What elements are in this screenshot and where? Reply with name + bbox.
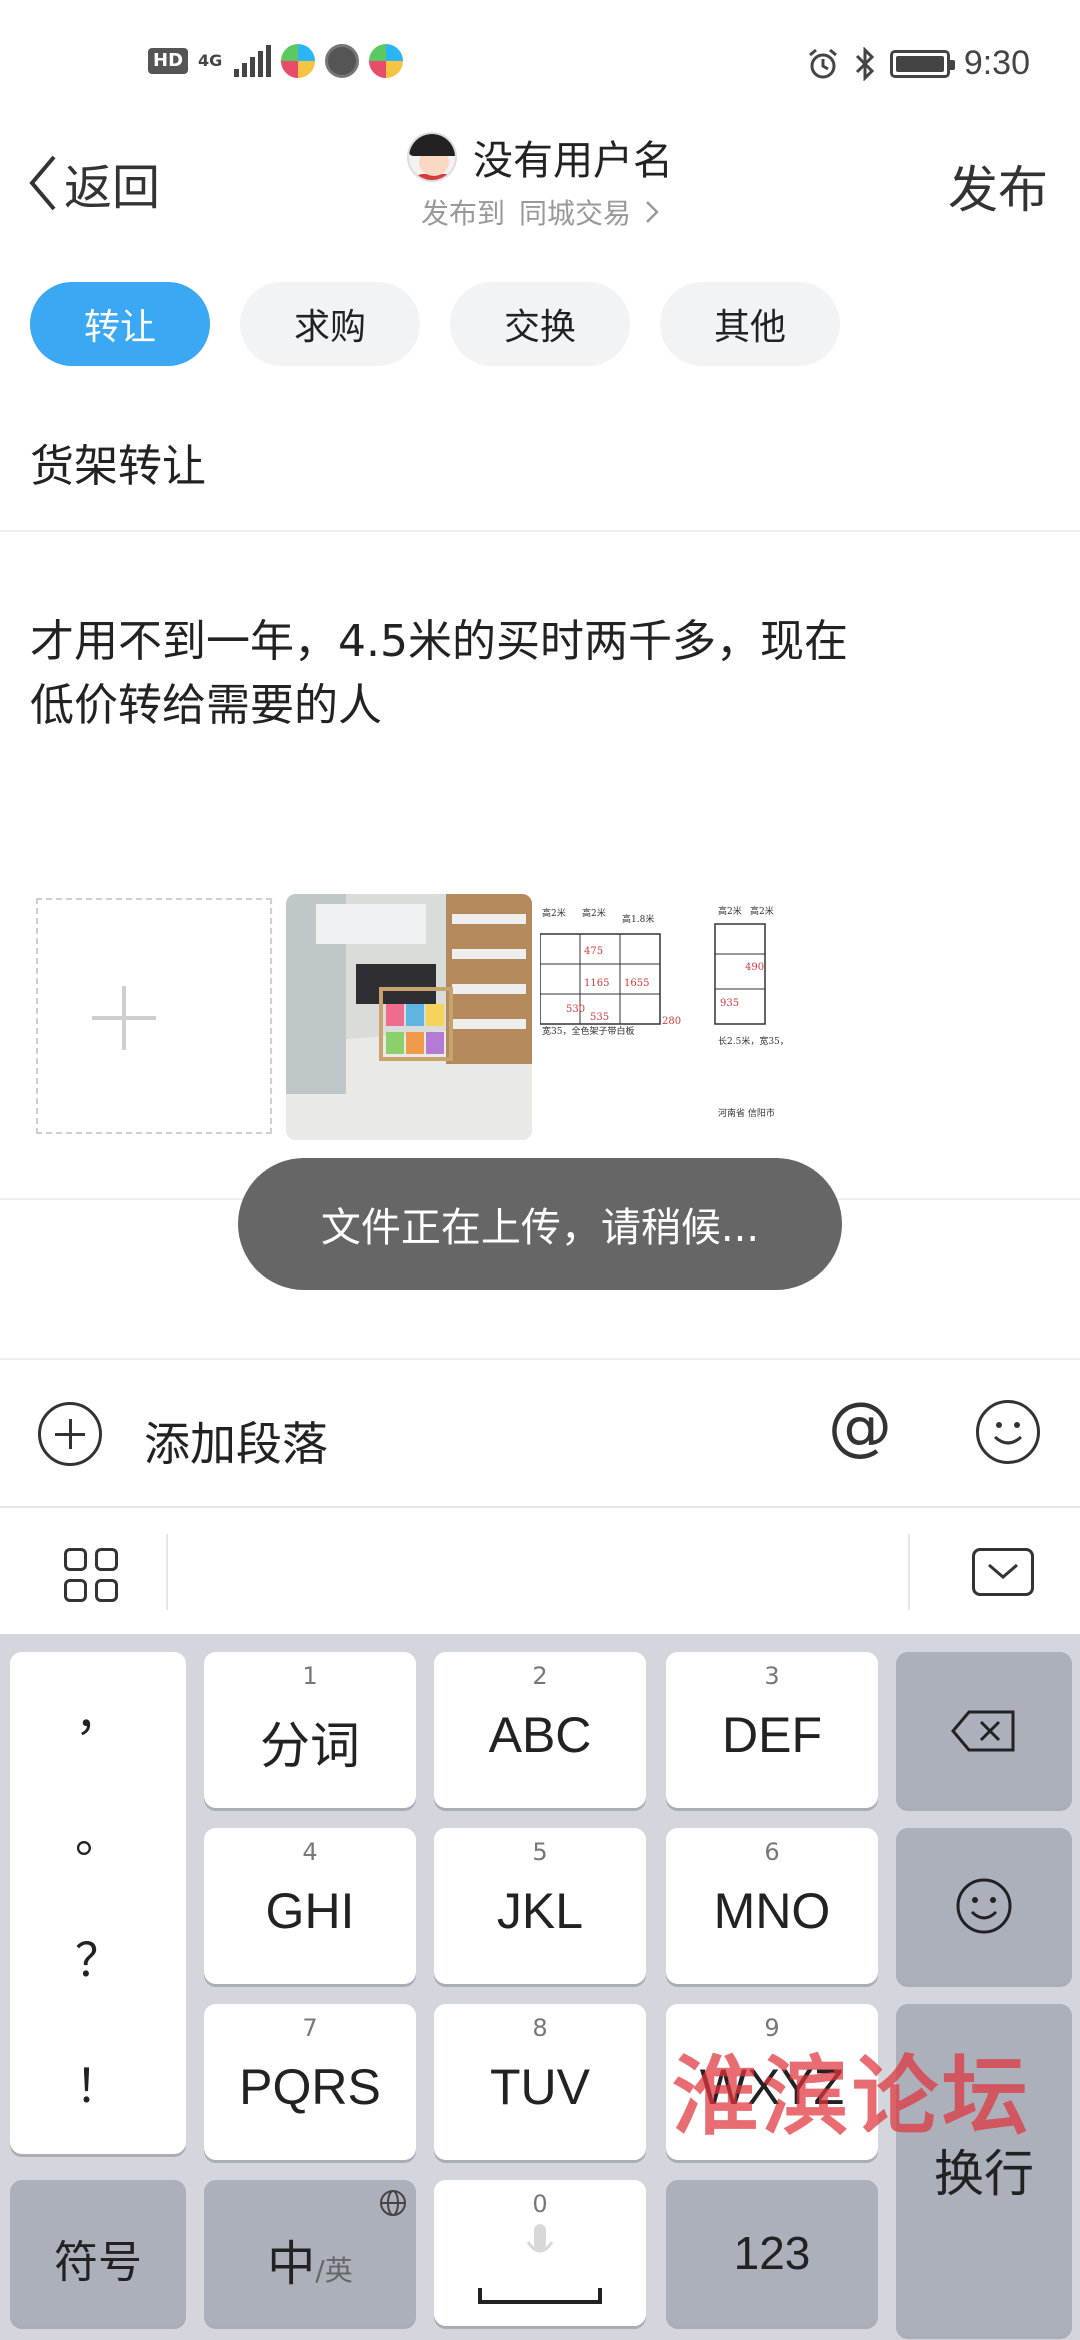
- lang-sub: /英: [315, 2254, 353, 2287]
- watermark: 淮滨论坛: [672, 2046, 1032, 2147]
- username: 没有用户名: [473, 138, 673, 184]
- clock: 9:30: [963, 44, 1030, 82]
- space-bar-icon: [478, 2288, 602, 2304]
- add-image-button[interactable]: [36, 898, 272, 1134]
- status-bar: HD 4G 9:30: [0, 0, 1080, 130]
- microphone-icon: [526, 2224, 554, 2253]
- lang-main: 中: [267, 2236, 316, 2292]
- status-right: 9:30: [806, 44, 1030, 83]
- emoji-key[interactable]: [896, 1828, 1072, 1984]
- diagram-label: 高2米: [582, 907, 606, 919]
- category-chip-other[interactable]: 其他: [660, 282, 840, 366]
- punct-key[interactable]: ，: [10, 1678, 186, 1744]
- publish-target-selector[interactable]: 发布到 同城交易: [421, 192, 659, 232]
- divider: [166, 1534, 168, 1610]
- punct-key[interactable]: ！: [10, 2050, 186, 2116]
- keyboard: ， 。 ？ ！ 1 分词 2 ABC 3 DEF 4 GHI 5 JKL 6 M…: [0, 1634, 1080, 2340]
- key-4[interactable]: 4 GHI: [204, 1828, 416, 1984]
- diagram-label: 河南省 信阳市: [718, 1107, 775, 1119]
- diagram-value: 935: [720, 998, 739, 1009]
- status-left: HD 4G: [148, 44, 404, 78]
- app-notification-icon: [325, 44, 360, 78]
- shop-photo: [286, 894, 532, 1140]
- backspace-key[interactable]: [896, 1652, 1072, 1808]
- image-thumbnail[interactable]: 高2米 高2米 高1.8米 宽35，全色架子带白板 高2米 高2米 长2.5米，…: [540, 894, 786, 1140]
- category-chip-buy[interactable]: 求购: [240, 282, 420, 366]
- punct-key[interactable]: ？: [10, 1924, 186, 1990]
- numbers-key[interactable]: 123: [666, 2180, 878, 2326]
- punct-key[interactable]: 。: [10, 1800, 186, 1866]
- alarm-icon: [808, 48, 837, 78]
- add-paragraph-button[interactable]: 添加段落: [144, 1408, 328, 1474]
- keyboard-toolbar: [0, 1506, 1080, 1634]
- key-5[interactable]: 5 JKL: [434, 1828, 646, 1984]
- diagram-value: 1655: [624, 978, 649, 989]
- editor-action-bar: 添加段落 @: [0, 1360, 1080, 1506]
- chevron-right-icon: [646, 201, 659, 223]
- diagram-value: 475: [584, 946, 603, 957]
- add-paragraph-icon[interactable]: [38, 1402, 102, 1466]
- mention-button[interactable]: @: [828, 1390, 892, 1464]
- diagram-value: 490: [745, 962, 764, 973]
- hide-keyboard-icon[interactable]: [972, 1548, 1034, 1596]
- diagram-value: 280: [662, 1016, 681, 1027]
- app-notification-icon: [281, 44, 316, 78]
- network-type: 4G: [198, 51, 223, 70]
- image-thumbnail[interactable]: [286, 894, 532, 1140]
- diagram-label: 高2米: [750, 905, 774, 917]
- category-chip-transfer[interactable]: 转让: [30, 282, 210, 366]
- key-8[interactable]: 8 TUV: [434, 2004, 646, 2160]
- post-body-input[interactable]: 才用不到一年，4.5米的买时两千多，现在 低价转给需要的人: [30, 610, 990, 738]
- diagram-value: 535: [590, 1012, 609, 1023]
- battery-icon: [889, 49, 955, 78]
- key-1[interactable]: 1 分词: [204, 1652, 416, 1808]
- post-title-input[interactable]: 货架转让: [30, 430, 206, 494]
- key-7[interactable]: 7 PQRS: [204, 2004, 416, 2160]
- shelf-diagram: 高2米 高2米 高1.8米 宽35，全色架子带白板 高2米 高2米 长2.5米，…: [540, 905, 786, 1119]
- language-switch-key[interactable]: 中/英: [204, 2180, 416, 2326]
- hd-badge: HD: [148, 48, 189, 74]
- category-chip-exchange[interactable]: 交换: [450, 282, 630, 366]
- diagram-value: 1165: [584, 978, 609, 989]
- punctuation-column[interactable]: ， 。 ？ ！: [10, 1652, 186, 2154]
- category-tabs: 转让 求购 交换 其他: [30, 282, 840, 366]
- key-6[interactable]: 6 MNO: [666, 1828, 878, 1984]
- signal-icon: [234, 45, 272, 77]
- upload-toast: 文件正在上传，请稍候...: [238, 1158, 842, 1290]
- divider: [0, 530, 1080, 532]
- avatar: [407, 132, 457, 182]
- body-line: 低价转给需要的人: [30, 680, 382, 731]
- publish-to-label: 发布到: [420, 197, 505, 230]
- diagram-label: 高1.8米: [622, 913, 654, 925]
- diagram-value: 530: [566, 1004, 585, 1015]
- smiley-icon: [993, 1422, 1023, 1445]
- backspace-icon: [951, 1710, 1015, 1752]
- keyboard-menu-icon[interactable]: [64, 1548, 118, 1602]
- publish-button[interactable]: 发布: [948, 150, 1048, 222]
- key-3[interactable]: 3 DEF: [666, 1652, 878, 1808]
- diagram-label: 宽35，全色架子带白板: [542, 1025, 634, 1037]
- smiley-icon: [956, 1878, 1012, 1934]
- app-notification-icon: [369, 44, 404, 78]
- emoji-button[interactable]: [976, 1400, 1040, 1464]
- target-forum: 同城交易: [519, 197, 632, 230]
- diagram-label: 高2米: [718, 905, 742, 917]
- globe-icon: [380, 2190, 406, 2216]
- key-2[interactable]: 2 ABC: [434, 1652, 646, 1808]
- body-line: 才用不到一年，4.5米的买时两千多，现在: [30, 616, 848, 667]
- space-key[interactable]: 0: [434, 2180, 646, 2326]
- divider: [908, 1534, 910, 1610]
- symbols-key[interactable]: 符号: [10, 2180, 186, 2326]
- header-center: 没有用户名 发布到 同城交易: [0, 128, 1080, 232]
- bluetooth-icon: [855, 46, 874, 81]
- diagram-label: 高2米: [542, 907, 566, 919]
- diagram-label: 长2.5米，宽35，: [718, 1035, 786, 1047]
